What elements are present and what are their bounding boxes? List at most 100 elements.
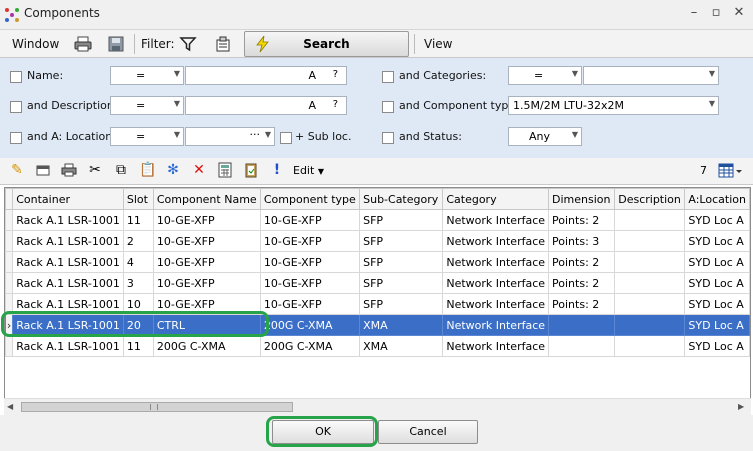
name-operator-select[interactable]: = ▼ [110,66,184,85]
status-select[interactable]: Any ▼ [508,127,582,146]
table-cell[interactable]: 200G C-XMA [259,335,361,357]
table-cell[interactable]: Network Interface [442,293,550,315]
cancel-button[interactable]: Cancel [378,420,478,444]
scroll-right-icon[interactable]: ▶ [738,402,744,411]
table-cell[interactable]: 200G C-XMA [259,314,361,336]
table-cell[interactable]: 4 [122,251,154,273]
table-cell[interactable]: SFP [359,230,444,252]
table-cell[interactable] [614,314,686,336]
table-cell[interactable]: Rack A.1 LSR-1001 [12,251,124,273]
status-checkbox[interactable] [382,132,394,144]
column-header[interactable]: Component type [259,188,361,210]
row-selector[interactable] [5,209,14,231]
table-cell[interactable]: SYD Loc A [684,230,750,252]
horizontal-scrollbar[interactable]: ◀ ▶ [4,398,751,415]
table-cell[interactable]: 3 [122,272,154,294]
location-checkbox[interactable] [10,132,22,144]
table-cell[interactable]: Points: 2 [548,209,616,231]
table-row[interactable]: Rack A.1 LSR-1001 3 10-GE-XFP 10-GE-XFP SFP N… [5,272,750,294]
window-menu[interactable]: Window [12,37,59,51]
column-header[interactable]: Category [442,188,550,210]
table-cell[interactable] [548,314,616,336]
column-header[interactable]: Component Name [152,188,261,210]
chevron-down-icon[interactable]: ▼ [265,130,271,139]
column-header[interactable]: Dimension [548,188,616,210]
row-selector[interactable] [5,272,14,294]
table-cell[interactable]: 10-GE-XFP [259,230,361,252]
case-sensitive-icon[interactable]: A [308,99,316,112]
column-header[interactable]: A:Location [684,188,750,210]
table-cell[interactable]: Points: 2 [548,293,616,315]
table-cell[interactable]: Rack A.1 LSR-1001 [12,335,124,357]
table-cell[interactable]: 10-GE-XFP [152,272,261,294]
table-cell[interactable]: SFP [359,251,444,273]
table-row[interactable]: Rack A.1 LSR-1001 11 10-GE-XFP 10-GE-XFP SFP… [5,209,750,231]
copy-icon[interactable]: ⧉ [113,162,129,179]
table-cell[interactable]: Network Interface [442,251,550,273]
snowflake-icon[interactable]: ✻ [165,162,181,179]
table-cell[interactable]: Network Interface [442,335,550,357]
scroll-left-icon[interactable]: ◀ [7,402,13,411]
column-chooser-icon[interactable] [718,163,744,182]
table-cell[interactable]: 11 [122,209,154,231]
minimize-icon[interactable]: – [684,4,704,22]
browse-icon[interactable]: ··· [250,128,261,141]
print-icon[interactable] [61,162,77,179]
categories-select[interactable]: ▼ [583,66,719,85]
table-cell[interactable]: Network Interface [442,209,550,231]
table-cell[interactable] [548,335,616,357]
search-button[interactable]: Search [244,31,409,57]
table-cell[interactable] [614,335,686,357]
column-header[interactable]: Description [614,188,686,210]
description-checkbox[interactable] [10,101,22,113]
table-cell[interactable]: 10-GE-XFP [259,293,361,315]
table-cell[interactable]: Rack A.1 LSR-1001 [12,209,124,231]
table-cell[interactable]: Network Interface [442,314,550,336]
table-cell[interactable]: 10-GE-XFP [259,209,361,231]
categories-operator-select[interactable]: = ▼ [508,66,582,85]
clipboard-check-icon[interactable] [243,162,259,179]
name-checkbox[interactable] [10,71,22,83]
table-cell[interactable]: 10-GE-XFP [259,251,361,273]
table-cell[interactable]: 10-GE-XFP [259,272,361,294]
table-cell[interactable] [614,272,686,294]
table-cell[interactable]: 10-GE-XFP [152,251,261,273]
filter-settings-icon[interactable] [214,35,232,53]
table-cell[interactable]: Rack A.1 LSR-1001 [12,230,124,252]
table-cell[interactable] [614,230,686,252]
calculator-icon[interactable] [217,162,233,179]
table-cell[interactable]: 200G C-XMA [152,335,261,357]
paste-icon[interactable]: 📋 [139,162,156,179]
table-cell[interactable]: SYD Loc A [684,209,750,231]
open-icon[interactable] [35,162,51,179]
table-row[interactable]: Rack A.1 LSR-1001 4 10-GE-XFP 10-GE-XFP SFP N… [5,251,750,273]
new-icon[interactable]: ✎ [9,162,25,179]
table-cell[interactable]: 10-GE-XFP [152,230,261,252]
description-input[interactable]: A? [185,96,347,115]
edit-menu[interactable]: Edit ▼ [293,164,324,177]
row-selector[interactable] [5,230,14,252]
description-operator-select[interactable]: = ▼ [110,96,184,115]
table-cell[interactable]: SFP [359,293,444,315]
table-cell[interactable]: SYD Loc A [684,251,750,273]
table-cell[interactable] [614,209,686,231]
table-cell[interactable]: Points: 2 [548,251,616,273]
row-selector[interactable] [5,335,14,357]
location-input[interactable]: ··· ▼ [185,127,275,146]
table-cell[interactable]: SYD Loc A [684,272,750,294]
table-cell[interactable]: 11 [122,335,154,357]
close-icon[interactable]: ✕ [729,4,749,22]
table-cell[interactable]: 10-GE-XFP [152,209,261,231]
name-input[interactable]: A? [185,66,347,85]
print-icon[interactable] [74,35,92,53]
table-cell[interactable] [614,293,686,315]
table-cell[interactable]: Rack A.1 LSR-1001 [12,272,124,294]
table-cell[interactable]: XMA [359,314,444,336]
wildcard-icon[interactable]: ? [333,99,338,110]
table-cell[interactable]: SYD Loc A [684,293,750,315]
wildcard-icon[interactable]: ? [333,69,338,80]
table-cell[interactable]: Points: 3 [548,230,616,252]
save-icon[interactable] [107,35,125,53]
table-cell[interactable]: Points: 2 [548,272,616,294]
location-operator-select[interactable]: = ▼ [110,127,184,146]
